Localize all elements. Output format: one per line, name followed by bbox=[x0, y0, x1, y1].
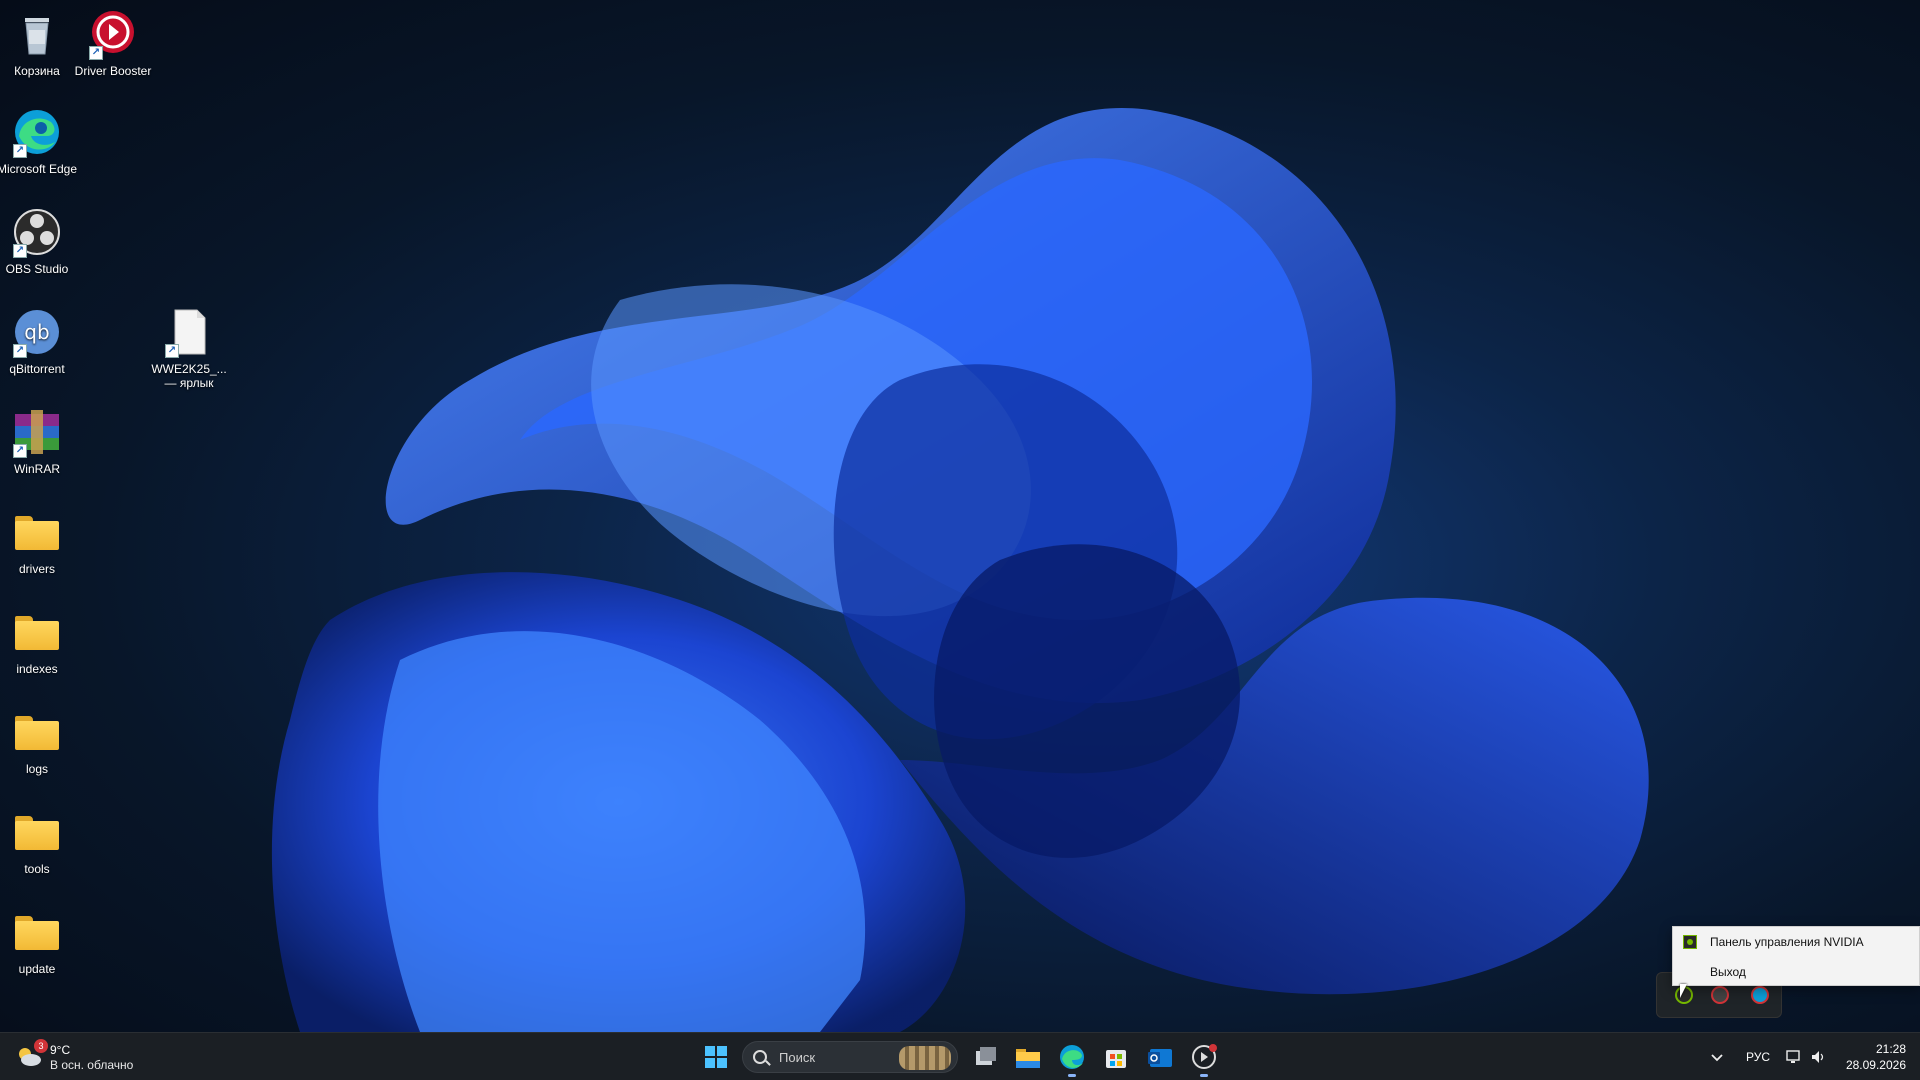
menu-item-label: Выход bbox=[1710, 965, 1746, 979]
search-highlight-image bbox=[899, 1046, 951, 1070]
edge-icon bbox=[1060, 1045, 1084, 1069]
desktop-icon-label: Microsoft Edge bbox=[0, 162, 78, 176]
desktop-icon-label: update bbox=[18, 962, 56, 976]
desktop-icon-label: tools bbox=[24, 862, 50, 876]
network-icon[interactable] bbox=[1786, 1049, 1802, 1065]
start-icon bbox=[705, 1046, 727, 1068]
shortcut-arrow-icon: ↗ bbox=[165, 344, 179, 358]
wallpaper-bloom bbox=[271, 108, 1649, 1032]
tray-context-menu: Панель управления NVIDIA Выход bbox=[1672, 926, 1920, 986]
desktop-icon-label: WWE2K25_... — ярлык bbox=[151, 362, 227, 390]
folder-icon bbox=[11, 606, 63, 658]
menu-item-label: Панель управления NVIDIA bbox=[1710, 935, 1864, 949]
volume-icon[interactable] bbox=[1810, 1049, 1826, 1065]
desktop-icon-label: qBittorrent bbox=[9, 362, 65, 376]
file-explorer-icon bbox=[1016, 1049, 1040, 1068]
desktop-icon-winrar[interactable]: ↗ WinRAR bbox=[0, 406, 82, 476]
search-placeholder: Поиск bbox=[779, 1050, 816, 1065]
folder-icon bbox=[11, 706, 63, 758]
store-button[interactable] bbox=[1098, 1039, 1134, 1075]
taskbar-clock[interactable]: 21:28 28.09.2026 bbox=[1846, 1041, 1906, 1073]
outlook-icon bbox=[1148, 1049, 1172, 1067]
desktop-wallpaper bbox=[0, 0, 1920, 1032]
menu-item-exit[interactable]: Выход bbox=[1673, 957, 1919, 987]
clock-time: 21:28 bbox=[1875, 1042, 1906, 1056]
start-button[interactable] bbox=[698, 1039, 734, 1075]
nvidia-icon bbox=[1683, 935, 1697, 949]
desktop-icon-label: logs bbox=[25, 762, 48, 776]
desktop-icon-folder-tools[interactable]: tools bbox=[0, 806, 82, 876]
search-icon bbox=[753, 1050, 767, 1064]
weather-temperature: 9°C bbox=[50, 1043, 71, 1057]
desktop-icon-label: Driver Booster bbox=[74, 64, 152, 78]
file-explorer-button[interactable] bbox=[1010, 1039, 1046, 1075]
winrar-icon: ↗ bbox=[11, 406, 63, 458]
svg-text:qb: qb bbox=[24, 320, 49, 344]
menu-item-nvidia-control-panel[interactable]: Панель управления NVIDIA bbox=[1673, 927, 1919, 957]
desktop-icon-obs[interactable]: ↗ OBS Studio bbox=[0, 206, 82, 276]
desktop-icon-qbittorrent[interactable]: qb ↗ qBittorrent bbox=[0, 306, 82, 376]
shortcut-arrow-icon: ↗ bbox=[13, 444, 27, 458]
outlook-button[interactable] bbox=[1142, 1039, 1178, 1075]
folder-icon bbox=[11, 806, 63, 858]
folder-icon bbox=[11, 906, 63, 958]
taskbar: 3 9°C В осн. облачно Поиск РУС 21:28 28.… bbox=[0, 1032, 1920, 1080]
running-indicator bbox=[1068, 1074, 1076, 1077]
shortcut-arrow-icon: ↗ bbox=[89, 46, 103, 60]
desktop-icon-wwe-shortcut[interactable]: ↗ WWE2K25_... — ярлык bbox=[144, 306, 234, 390]
taskbar-search[interactable]: Поиск bbox=[742, 1041, 958, 1073]
clock-date: 28.09.2026 bbox=[1845, 1058, 1906, 1072]
desktop-icon-edge[interactable]: ↗ Microsoft Edge bbox=[0, 106, 82, 176]
weather-widget[interactable]: 3 9°C В осн. облачно bbox=[14, 1039, 154, 1073]
app-tray-icon[interactable] bbox=[1751, 986, 1769, 1004]
desktop-icon-label: indexes bbox=[16, 662, 58, 676]
desktop-icon-label: drivers bbox=[18, 562, 55, 576]
desktop-icon-folder-indexes[interactable]: indexes bbox=[0, 606, 82, 676]
weather-description: В осн. облачно bbox=[50, 1058, 134, 1072]
taskbar-driver-booster-button[interactable] bbox=[1186, 1039, 1222, 1077]
recycle-bin-icon bbox=[11, 8, 63, 60]
qbittorrent-icon: qb ↗ bbox=[11, 306, 63, 358]
task-view-icon bbox=[976, 1047, 996, 1065]
file-shortcut-icon: ↗ bbox=[163, 306, 215, 358]
desktop-icon-folder-drivers[interactable]: drivers bbox=[0, 506, 82, 576]
desktop-icon-folder-logs[interactable]: logs bbox=[0, 706, 82, 776]
task-view-button[interactable] bbox=[968, 1039, 1004, 1075]
weather-badge: 3 bbox=[34, 1039, 48, 1053]
driver-booster-icon: ↗ bbox=[87, 8, 139, 60]
edge-icon: ↗ bbox=[11, 106, 63, 158]
desktop-icon-label: WinRAR bbox=[13, 462, 60, 476]
driver-booster-icon bbox=[1192, 1044, 1217, 1069]
desktop-icon-driver-booster[interactable]: ↗ Driver Booster bbox=[68, 8, 158, 78]
input-language[interactable]: РУС bbox=[1746, 1050, 1770, 1064]
mouse-cursor-icon bbox=[1680, 984, 1687, 998]
desktop-icon-folder-update[interactable]: update bbox=[0, 906, 82, 976]
store-icon bbox=[1106, 1050, 1126, 1068]
driver-booster-icon[interactable] bbox=[1711, 986, 1729, 1004]
taskbar-edge-button[interactable] bbox=[1054, 1039, 1090, 1077]
chevron-up-icon bbox=[1711, 1054, 1723, 1062]
shortcut-arrow-icon: ↗ bbox=[13, 244, 27, 258]
folder-icon bbox=[11, 506, 63, 558]
show-hidden-icons-button[interactable] bbox=[1702, 1039, 1732, 1075]
shortcut-arrow-icon: ↗ bbox=[13, 144, 27, 158]
obs-icon: ↗ bbox=[11, 206, 63, 258]
desktop-icon-label: OBS Studio bbox=[5, 262, 69, 276]
running-indicator bbox=[1200, 1074, 1208, 1077]
shortcut-arrow-icon: ↗ bbox=[13, 344, 27, 358]
